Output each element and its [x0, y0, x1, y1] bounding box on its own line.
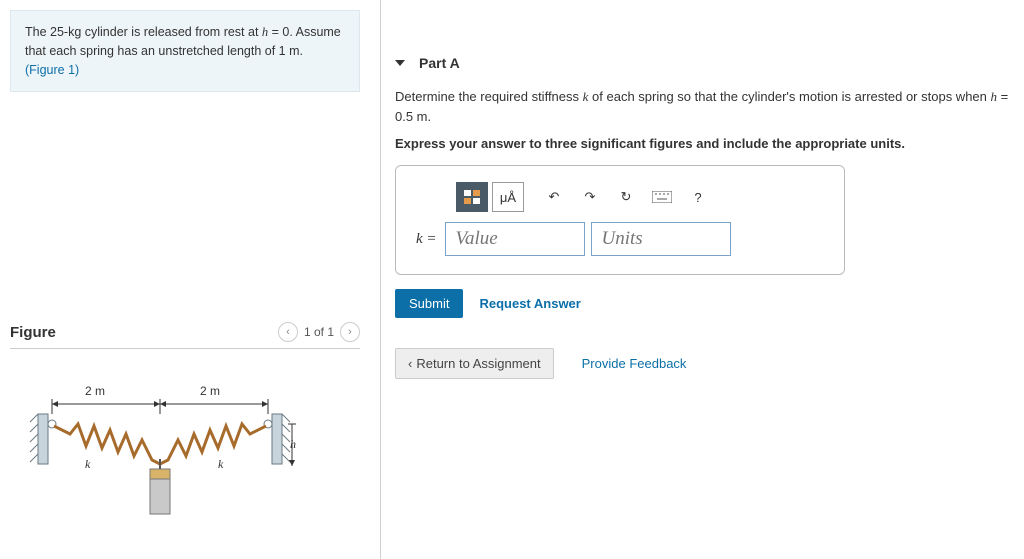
provide-feedback-link[interactable]: Provide Feedback [582, 356, 687, 371]
units-input[interactable] [591, 222, 731, 256]
collapse-caret-icon [395, 60, 405, 66]
chevron-left-icon: ‹ [408, 356, 412, 371]
dim-left: 2 m [85, 384, 105, 398]
part-a-title: Part A [419, 55, 460, 71]
left-pane: The 25-kg cylinder is released from rest… [0, 0, 370, 559]
q-pre: Determine the required stiffness [395, 89, 583, 104]
figure-pager: ‹ 1 of 1 › [278, 322, 360, 342]
part-a-header[interactable]: Part A [395, 55, 1015, 71]
return-label: Return to Assignment [416, 356, 540, 371]
keyboard-icon[interactable] [646, 182, 678, 212]
figure-heading: Figure [10, 324, 56, 341]
figure-svg [20, 374, 300, 534]
action-row: Submit Request Answer [395, 289, 1015, 318]
bottom-row: ‹ Return to Assignment Provide Feedback [395, 348, 1015, 379]
figure-link[interactable]: (Figure 1) [25, 63, 79, 77]
k-equals-label: k = [416, 231, 437, 248]
value-input[interactable] [445, 222, 585, 256]
k-right: k [218, 457, 223, 472]
answer-input-row: k = [416, 222, 824, 256]
pane-divider [380, 0, 381, 559]
pager-count: 1 of 1 [304, 325, 334, 339]
units-button[interactable]: μÅ [492, 182, 524, 212]
submit-button[interactable]: Submit [395, 289, 463, 318]
redo-icon[interactable]: ↷ [574, 182, 606, 212]
problem-statement: The 25-kg cylinder is released from rest… [10, 10, 360, 92]
templates-icon[interactable] [456, 182, 488, 212]
figure-header: Figure ‹ 1 of 1 › [10, 322, 360, 349]
q-mid: of each spring so that the cylinder's mo… [588, 89, 990, 104]
undo-icon[interactable]: ↶ [538, 182, 570, 212]
dim-right: 2 m [200, 384, 220, 398]
right-pane: Part A Determine the required stiffness … [395, 0, 1015, 559]
reset-icon[interactable]: ↻ [610, 182, 642, 212]
pager-prev[interactable]: ‹ [278, 322, 298, 342]
return-button[interactable]: ‹ Return to Assignment [395, 348, 554, 379]
problem-text-1: The 25-kg cylinder is released from rest… [25, 25, 262, 39]
k-left: k [85, 457, 90, 472]
request-answer-link[interactable]: Request Answer [479, 296, 580, 311]
answer-box: μÅ ↶ ↷ ↻ ? k = [395, 165, 845, 275]
answer-instruction: Express your answer to three significant… [395, 136, 1015, 151]
figure-area: 2 m 2 m k k h [10, 349, 360, 549]
help-icon[interactable]: ? [682, 182, 714, 212]
h-label: h [290, 437, 296, 452]
pager-next[interactable]: › [340, 322, 360, 342]
answer-toolbar: μÅ ↶ ↷ ↻ ? [456, 182, 824, 212]
question-text: Determine the required stiffness k of ea… [395, 87, 1015, 126]
